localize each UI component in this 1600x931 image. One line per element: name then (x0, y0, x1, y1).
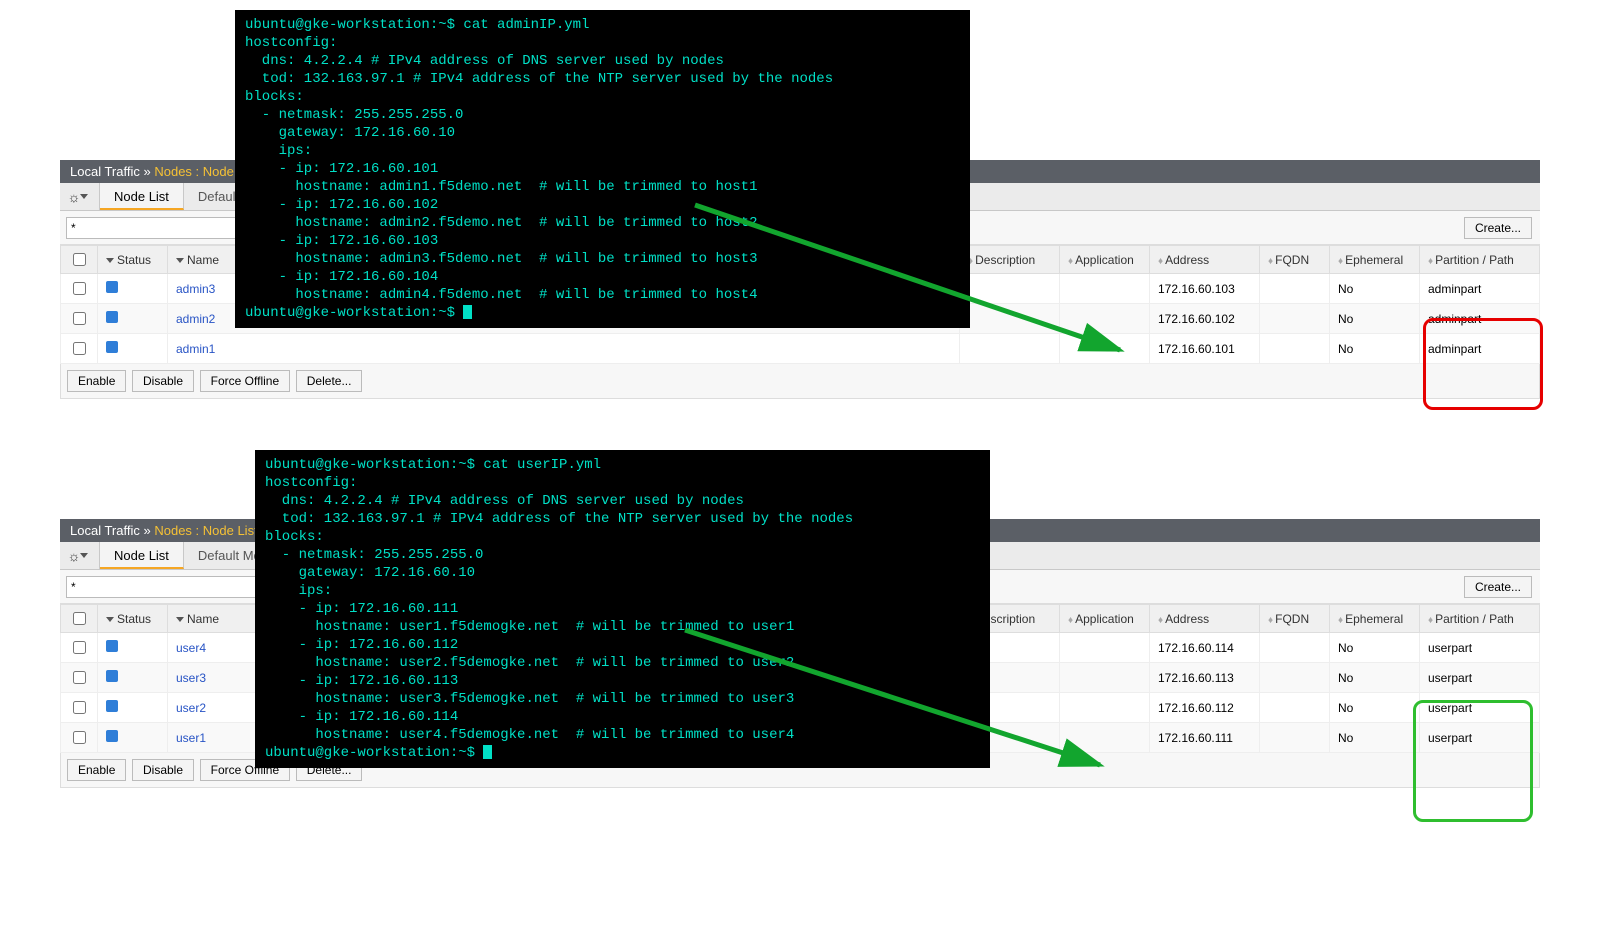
row-checkbox[interactable] (73, 641, 86, 654)
row-checkbox[interactable] (73, 671, 86, 684)
gear-menu[interactable]: ☼ (60, 183, 100, 210)
col-ephemeral[interactable]: ♦Ephemeral (1330, 246, 1420, 274)
cell-address: 172.16.60.103 (1150, 274, 1260, 304)
node-link[interactable]: admin3 (176, 282, 215, 296)
select-all-checkbox[interactable] (73, 253, 86, 266)
bc-root: Local Traffic (70, 164, 140, 179)
tab-nodelist[interactable]: Node List (100, 542, 184, 569)
col-checkbox[interactable] (61, 246, 98, 274)
node-link[interactable]: user1 (176, 731, 206, 745)
cell-ephemeral: No (1330, 274, 1420, 304)
force-offline-button[interactable]: Force Offline (200, 370, 290, 392)
select-all-checkbox[interactable] (73, 612, 86, 625)
row-checkbox[interactable] (73, 701, 86, 714)
row-checkbox[interactable] (73, 282, 86, 295)
row-checkbox[interactable] (73, 731, 86, 744)
cell-partition: userpart (1420, 633, 1540, 663)
disable-button[interactable]: Disable (132, 759, 194, 781)
bc-sep: » (143, 164, 150, 179)
enable-button[interactable]: Enable (67, 370, 126, 392)
cell-ephemeral: No (1330, 663, 1420, 693)
node-link[interactable]: user3 (176, 671, 206, 685)
cell-partition: adminpart (1420, 274, 1540, 304)
table-row: admin1172.16.60.101Noadminpart (61, 334, 1540, 364)
col-status[interactable]: Status (98, 246, 168, 274)
col-fqdn[interactable]: ♦FQDN (1260, 605, 1330, 633)
col-status[interactable]: Status (98, 605, 168, 633)
highlight-adminpart (1423, 318, 1543, 410)
node-link[interactable]: user2 (176, 701, 206, 715)
col-fqdn[interactable]: ♦FQDN (1260, 246, 1330, 274)
cell-address: 172.16.60.114 (1150, 633, 1260, 663)
search-input[interactable] (66, 576, 276, 598)
tab-nodelist[interactable]: Node List (100, 183, 184, 210)
col-ephemeral[interactable]: ♦Ephemeral (1330, 605, 1420, 633)
status-icon (106, 730, 118, 742)
col-address[interactable]: ♦Address (1150, 605, 1260, 633)
col-application[interactable]: ♦Application (1060, 246, 1150, 274)
terminal-adminip: ubuntu@gke-workstation:~$ cat adminIP.ym… (235, 10, 970, 328)
cell-address: 172.16.60.102 (1150, 304, 1260, 334)
node-link[interactable]: user4 (176, 641, 206, 655)
row-checkbox[interactable] (73, 342, 86, 355)
status-icon (106, 281, 118, 293)
create-button[interactable]: Create... (1464, 217, 1532, 239)
status-icon (106, 640, 118, 652)
cell-address: 172.16.60.113 (1150, 663, 1260, 693)
status-icon (106, 311, 118, 323)
cell-ephemeral: No (1330, 723, 1420, 753)
highlight-userpart (1413, 700, 1533, 822)
disable-button[interactable]: Disable (132, 370, 194, 392)
cell-ephemeral: No (1330, 633, 1420, 663)
col-checkbox[interactable] (61, 605, 98, 633)
cell-address: 172.16.60.111 (1150, 723, 1260, 753)
terminal-userip: ubuntu@gke-workstation:~$ cat userIP.yml… (255, 450, 990, 768)
create-button[interactable]: Create... (1464, 576, 1532, 598)
col-partition[interactable]: ♦Partition / Path (1420, 246, 1540, 274)
node-link[interactable]: admin2 (176, 312, 215, 326)
gear-menu[interactable]: ☼ (60, 542, 100, 569)
cell-address: 172.16.60.112 (1150, 693, 1260, 723)
cell-ephemeral: No (1330, 693, 1420, 723)
cell-ephemeral: No (1330, 334, 1420, 364)
col-description[interactable]: ♦Description (960, 246, 1060, 274)
cell-partition: userpart (1420, 663, 1540, 693)
status-icon (106, 670, 118, 682)
status-icon (106, 341, 118, 353)
action-row: Enable Disable Force Offline Delete... (60, 364, 1540, 399)
delete-button[interactable]: Delete... (296, 370, 363, 392)
cell-ephemeral: No (1330, 304, 1420, 334)
enable-button[interactable]: Enable (67, 759, 126, 781)
col-address[interactable]: ♦Address (1150, 246, 1260, 274)
row-checkbox[interactable] (73, 312, 86, 325)
col-application[interactable]: ♦Application (1060, 605, 1150, 633)
status-icon (106, 700, 118, 712)
col-partition[interactable]: ♦Partition / Path (1420, 605, 1540, 633)
node-link[interactable]: admin1 (176, 342, 215, 356)
cell-address: 172.16.60.101 (1150, 334, 1260, 364)
